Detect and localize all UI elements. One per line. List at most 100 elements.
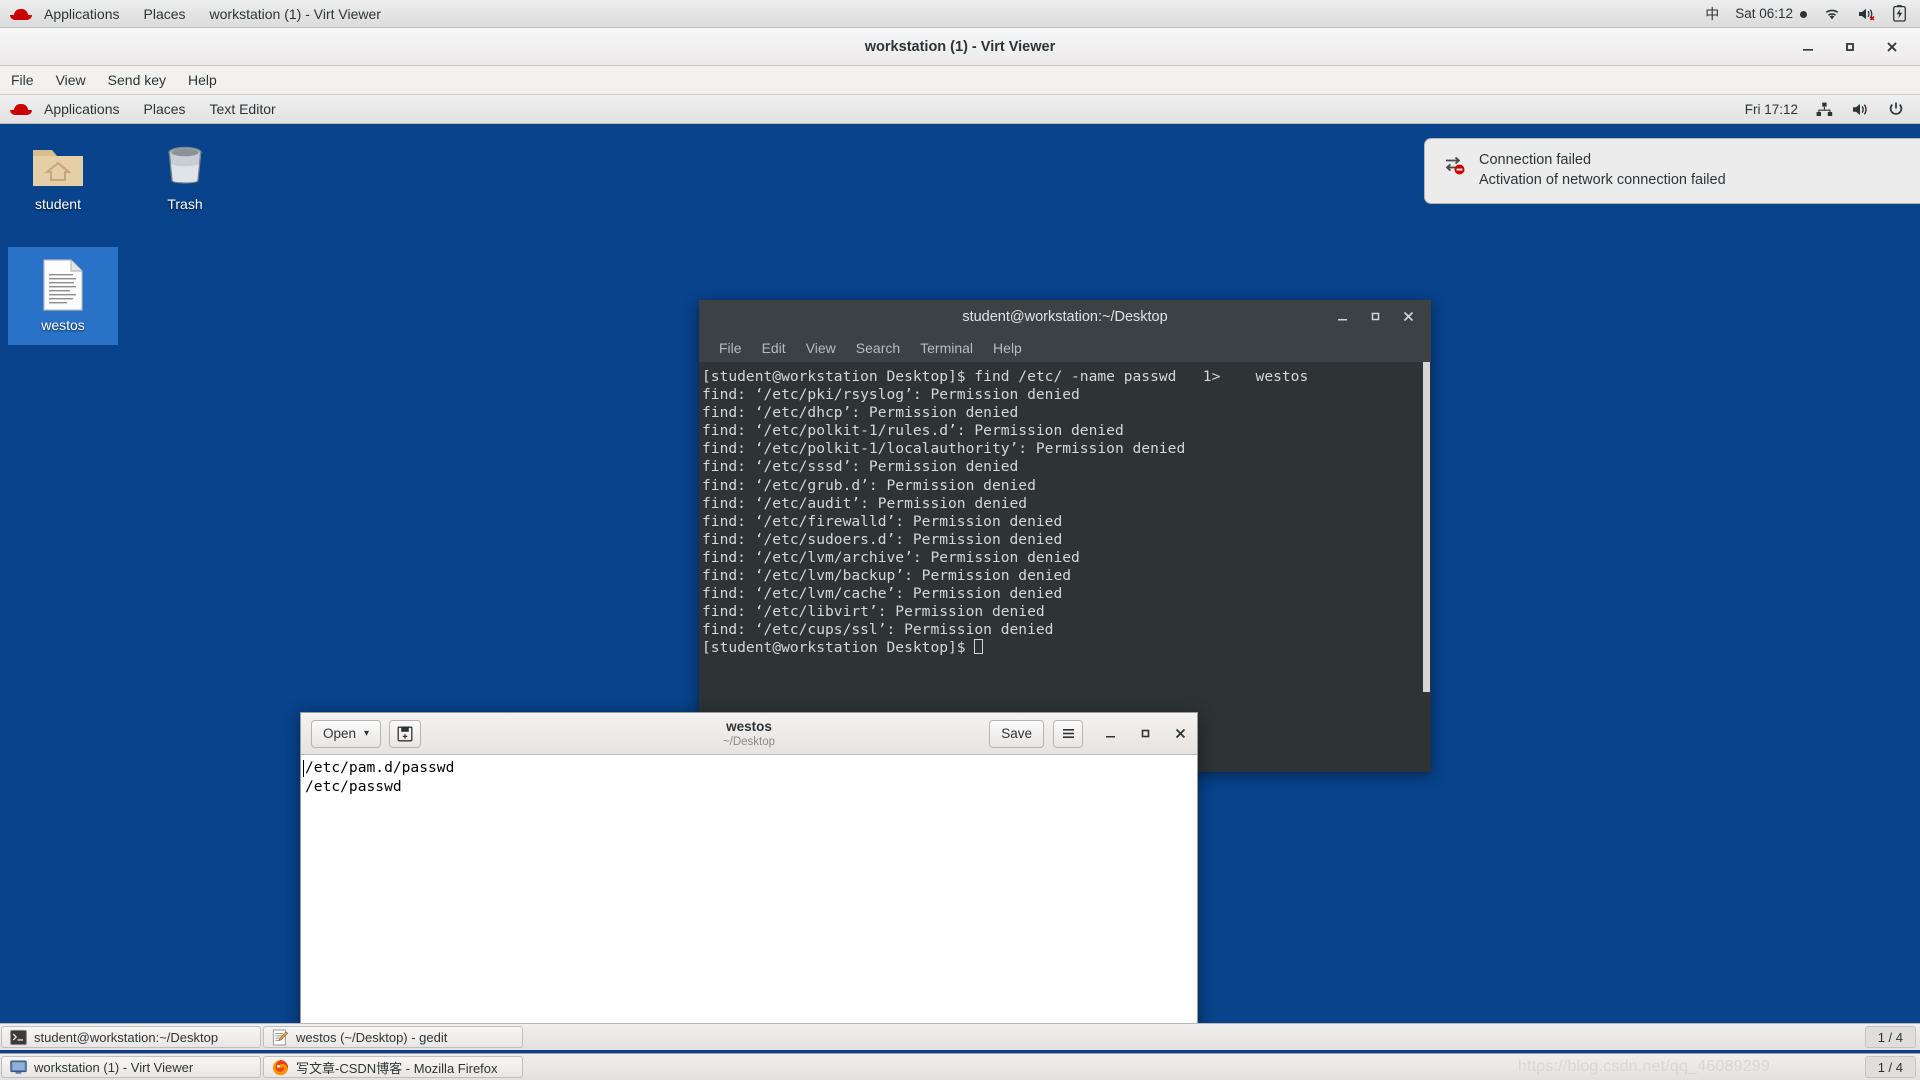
host-window-title[interactable]: workstation (1) - Virt Viewer [198, 0, 393, 28]
chevron-down-icon: ▾ [364, 728, 370, 739]
guest-menu-text-editor[interactable]: Text Editor [198, 95, 288, 124]
watermark: https://blog.csdn.net/qq_46089299 [1517, 1058, 1770, 1075]
desktop-icon-trash[interactable]: Trash [135, 134, 235, 212]
guest-task-label: student@workstation:~/Desktop [34, 1029, 219, 1045]
gedit-header-right: Save [989, 719, 1187, 748]
guest-menu-applications[interactable]: Applications [32, 95, 132, 124]
gedit-save-label: Save [1001, 726, 1032, 741]
guest-task-label: westos (~/Desktop) - gedit [296, 1029, 448, 1045]
terminal-output-text: [student@workstation Desktop]$ find /etc… [702, 368, 1309, 657]
virt-viewer-titlebar[interactable]: workstation (1) - Virt Viewer [0, 28, 1920, 66]
input-method-icon[interactable]: 中 [1705, 4, 1719, 24]
terminal-window[interactable]: student@workstation:~/Desktop File Edit … [699, 300, 1431, 772]
desktop-icon-westos[interactable]: westos [8, 247, 118, 345]
gedit-minimize-button[interactable] [1104, 727, 1117, 740]
gedit-maximize-button[interactable] [1139, 727, 1152, 740]
guest-redhat-logo-icon[interactable] [10, 101, 32, 117]
notification-dot-icon [1800, 10, 1807, 18]
guest-system-tray: Fri 17:12 [1745, 101, 1920, 117]
host-menu-places[interactable]: Places [132, 0, 198, 28]
notification-text: Connection failed Activation of network … [1479, 152, 1726, 190]
guest-workspace-indicator[interactable]: 1 / 4 [1864, 1026, 1916, 1048]
virt-menu-help[interactable]: Help [177, 66, 228, 95]
gedit-menu-button[interactable] [1053, 719, 1083, 748]
gedit-window[interactable]: Open ▾ westos ~/Desktop Save /etc/pam.d/… [300, 712, 1198, 1050]
gedit-content: /etc/pam.d/passwd /etc/passwd [305, 759, 455, 795]
guest-menu-places[interactable]: Places [132, 95, 198, 124]
terminal-menu-edit[interactable]: Edit [752, 340, 796, 356]
network-error-icon [1443, 152, 1465, 190]
display-icon [10, 1059, 27, 1076]
gedit-icon [272, 1029, 289, 1046]
host-task-firefox[interactable]: 写文章-CSDN博客 - Mozilla Firefox [263, 1056, 523, 1078]
terminal-menu-file[interactable]: File [709, 340, 752, 356]
volume-icon[interactable] [1851, 102, 1870, 117]
gedit-save-as-button[interactable] [389, 719, 422, 748]
desktop-icon-label: Trash [167, 196, 203, 212]
virt-viewer-title: workstation (1) - Virt Viewer [864, 38, 1056, 55]
virt-menu-file[interactable]: File [0, 66, 45, 95]
guest-task-gedit[interactable]: westos (~/Desktop) - gedit [263, 1026, 523, 1048]
terminal-title: student@workstation:~/Desktop [962, 308, 1168, 325]
terminal-menubar: File Edit View Search Terminal Help [699, 333, 1431, 362]
host-task-label: workstation (1) - Virt Viewer [34, 1059, 194, 1075]
guest-vm-screen: Applications Places Text Editor Fri 17:1… [0, 95, 1920, 1050]
guest-top-bar: Applications Places Text Editor Fri 17:1… [0, 95, 1920, 124]
virt-close-button[interactable] [1884, 39, 1900, 55]
terminal-titlebar[interactable]: student@workstation:~/Desktop [699, 300, 1431, 333]
notification-popup[interactable]: Connection failed Activation of network … [1424, 138, 1920, 204]
terminal-scrollbar-thumb[interactable] [1423, 362, 1430, 692]
terminal-minimize-button[interactable] [1336, 310, 1349, 323]
terminal-menu-search[interactable]: Search [846, 340, 910, 356]
terminal-window-buttons [1336, 310, 1431, 323]
desktop-icon-label: student [35, 196, 81, 212]
terminal-menu-terminal[interactable]: Terminal [910, 340, 983, 356]
gedit-save-button[interactable]: Save [989, 719, 1044, 748]
guest-task-terminal[interactable]: student@workstation:~/Desktop [1, 1026, 261, 1048]
host-menu-applications[interactable]: Applications [32, 0, 132, 28]
guest-desktop-wallpaper[interactable]: student Trash westos Connection failed A… [0, 124, 1920, 1050]
virt-menu-view[interactable]: View [45, 66, 97, 95]
virt-minimize-button[interactable] [1800, 39, 1816, 55]
gedit-text-area[interactable]: /etc/pam.d/passwd /etc/passwd [301, 755, 1197, 1050]
virt-viewer-window: workstation (1) - Virt Viewer File View … [0, 28, 1920, 1050]
host-system-tray: 中 Sat 06:12 [1705, 4, 1920, 24]
virt-menu-send-key[interactable]: Send key [97, 66, 177, 95]
network-wired-icon[interactable] [1816, 102, 1833, 117]
text-caret [303, 760, 304, 777]
redhat-logo-icon[interactable] [10, 6, 32, 22]
host-top-bar: Applications Places workstation (1) - Vi… [0, 0, 1920, 28]
gedit-open-button[interactable]: Open ▾ [311, 719, 382, 748]
gedit-close-button[interactable] [1174, 727, 1187, 740]
terminal-maximize-button[interactable] [1369, 310, 1382, 323]
gedit-window-buttons [1092, 727, 1187, 740]
host-taskbar: workstation (1) - Virt Viewer 写文章-CSDN博客… [0, 1053, 1920, 1080]
virt-viewer-window-buttons [1800, 39, 1920, 55]
guest-taskbar: student@workstation:~/Desktop westos (~/… [0, 1023, 1920, 1050]
gedit-open-label: Open [323, 726, 357, 741]
terminal-icon [10, 1029, 27, 1046]
virt-maximize-button[interactable] [1842, 39, 1858, 55]
text-file-icon [8, 255, 118, 311]
volume-muted-icon[interactable] [1857, 7, 1877, 21]
trash-icon [135, 134, 235, 190]
terminal-menu-view[interactable]: View [796, 340, 846, 356]
battery-charging-icon[interactable] [1893, 5, 1906, 22]
host-workspace-indicator[interactable]: 1 / 4 [1864, 1056, 1916, 1078]
power-icon[interactable] [1888, 101, 1904, 117]
guest-taskbar-spacer [524, 1024, 1865, 1050]
terminal-menu-help[interactable]: Help [983, 340, 1032, 356]
notification-body: Activation of network connection failed [1479, 172, 1726, 188]
terminal-close-button[interactable] [1402, 310, 1415, 323]
virt-viewer-menubar: File View Send key Help [0, 66, 1920, 95]
firefox-icon [272, 1059, 289, 1076]
guest-clock[interactable]: Fri 17:12 [1745, 102, 1798, 117]
desktop-icon-student[interactable]: student [8, 134, 108, 212]
gedit-headerbar[interactable]: Open ▾ westos ~/Desktop Save [301, 713, 1197, 755]
host-task-virt-viewer[interactable]: workstation (1) - Virt Viewer [1, 1056, 261, 1078]
terminal-scrollbar[interactable] [1422, 362, 1431, 772]
host-clock[interactable]: Sat 06:12 [1735, 6, 1807, 21]
terminal-output-area[interactable]: [student@workstation Desktop]$ find /etc… [699, 362, 1431, 772]
wifi-icon[interactable] [1823, 7, 1841, 21]
save-as-icon [397, 726, 413, 742]
